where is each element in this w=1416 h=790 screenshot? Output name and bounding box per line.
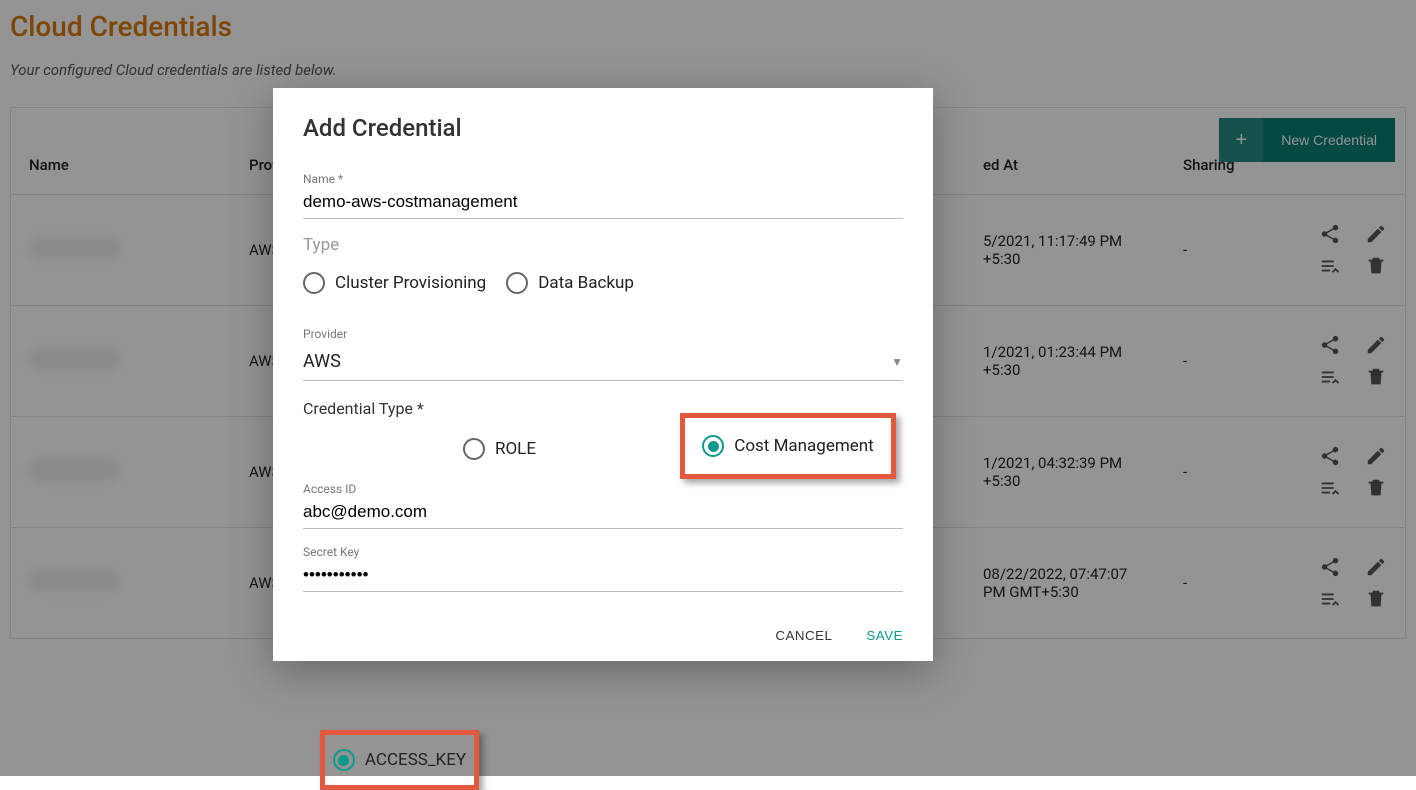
chevron-down-icon: ▼ [891, 355, 903, 369]
provider-label: Provider [303, 327, 903, 341]
type-cluster-label: Cluster Provisioning [335, 273, 486, 293]
secret-key-input[interactable] [303, 561, 903, 592]
radio-circle-icon [506, 272, 528, 294]
cred-type-role-label: ROLE [495, 439, 536, 459]
provider-value: AWS [303, 351, 341, 372]
cancel-button[interactable]: CANCEL [775, 628, 832, 643]
radio-circle-icon [303, 272, 325, 294]
modal-title: Add Credential [303, 114, 903, 142]
secret-key-label: Secret Key [303, 545, 903, 559]
highlight-access-key: ACCESS_KEY [320, 730, 479, 790]
add-credential-modal: Add Credential Name * Type Cluster Provi… [273, 88, 933, 661]
type-radio-cluster[interactable]: Cluster Provisioning [303, 272, 486, 294]
cred-type-radio-access-key[interactable]: ACCESS_KEY [333, 749, 466, 771]
radio-circle-icon [463, 438, 485, 460]
save-button[interactable]: SAVE [866, 628, 903, 643]
access-id-input[interactable] [303, 498, 903, 529]
type-backup-label: Data Backup [538, 273, 634, 293]
name-input[interactable] [303, 188, 903, 219]
type-radio-backup[interactable]: Data Backup [506, 272, 634, 294]
cred-type-radio-role[interactable]: ROLE [463, 438, 536, 460]
access-id-label: Access ID [303, 482, 903, 496]
radio-circle-icon [333, 749, 355, 771]
cred-type-access-key-label: ACCESS_KEY [365, 750, 466, 770]
name-label: Name * [303, 172, 903, 186]
provider-select[interactable]: AWS ▼ [303, 343, 903, 381]
type-label: Type [303, 235, 903, 255]
